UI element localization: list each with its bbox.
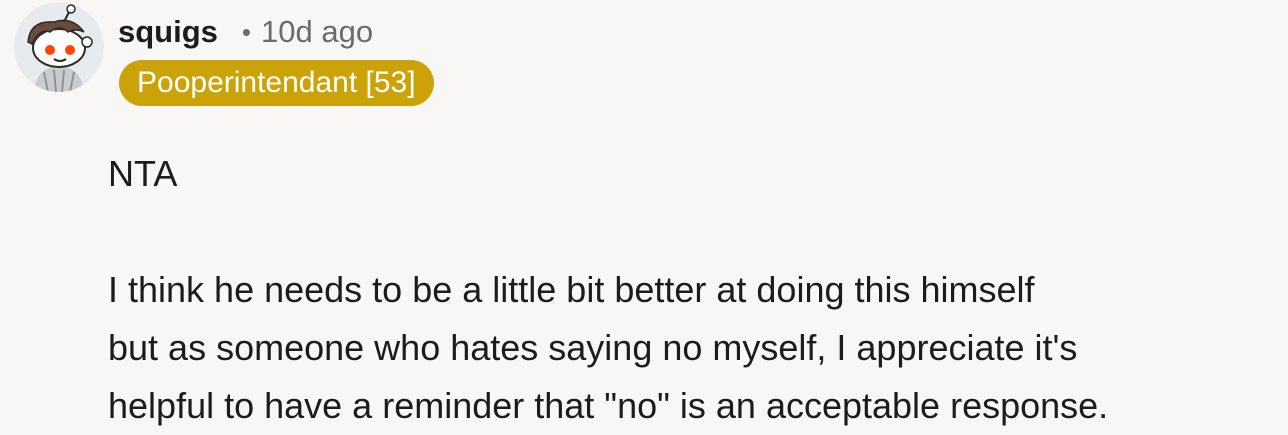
comment-verdict: NTA: [108, 153, 178, 194]
comment-text-line: helpful to have a reminder that "no" is …: [108, 385, 1109, 426]
separator-dot: •: [241, 16, 252, 47]
comment-text-line: I think he needs to be a little bit bett…: [108, 269, 1035, 310]
comment: squigs • 10d ago Pooperintendant [53] NT…: [0, 0, 1288, 426]
snoo-avatar-icon: [14, 2, 104, 92]
user-flair-badge[interactable]: Pooperintendant [53]: [119, 60, 434, 106]
username-link[interactable]: squigs: [118, 14, 218, 50]
comment-text-line: but as someone who hates saying no mysel…: [108, 327, 1078, 368]
comment-timestamp[interactable]: 10d ago: [261, 14, 373, 50]
comment-header: squigs • 10d ago: [118, 12, 373, 52]
user-avatar[interactable]: [14, 2, 104, 92]
comment-body: NTA I think he needs to be a little bit …: [108, 145, 1278, 435]
